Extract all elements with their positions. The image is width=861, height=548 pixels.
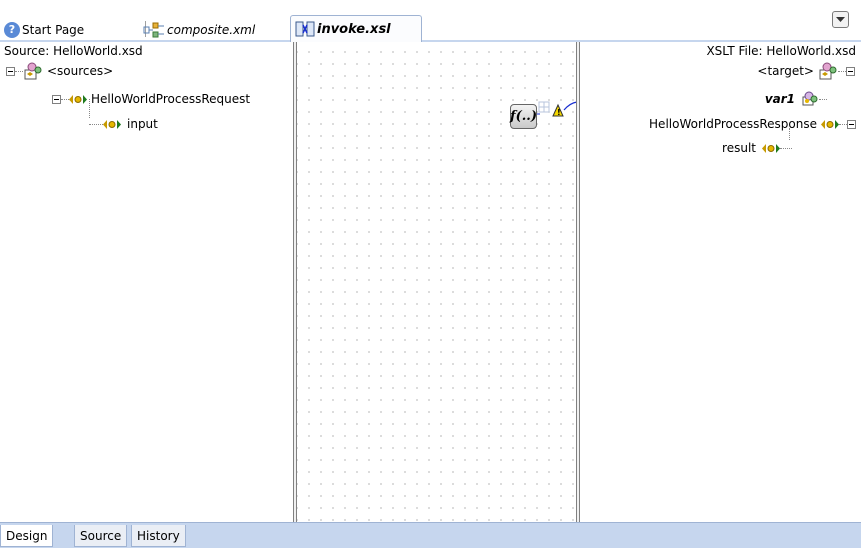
tab-invoke-xsl[interactable]: invoke.xsl [290,15,422,42]
tab-label: Start Page [22,22,85,37]
tree-label: <sources> [47,64,114,78]
variable-icon [802,91,818,106]
tree-node-sources[interactable]: <sources> [6,62,113,80]
chevron-down-icon [836,16,845,22]
tree-node-response[interactable]: HelloWorldProcessResponse [649,115,856,133]
help-icon: ? [4,21,20,38]
tree-node-var1[interactable]: var1 [765,90,827,108]
tab-source[interactable]: Source [74,525,128,547]
collapse-toggle[interactable] [846,66,855,76]
source-tree-pane: Source: HelloWorld.xsd <sources> HelloWo… [0,42,293,522]
target-tree-pane: XSLT File: HelloWorld.xsd <target> var1 … [580,42,861,522]
tree-connector [839,123,847,125]
schema-root-icon [24,62,42,80]
tab-start-page[interactable]: ? Start Page [4,18,142,41]
tab-history[interactable]: History [131,525,186,547]
tab-label: Source [80,528,122,543]
xsl-map-icon [295,21,315,37]
tab-label: History [137,528,180,543]
editor-tab-bar: ? Start Page composite.xml invoke.xsl [0,0,861,42]
element-icon [69,94,87,104]
tree-connector [819,98,827,100]
tree-connector [61,98,69,100]
function-node[interactable]: f(..) [510,104,537,129]
tab-list-button[interactable] [832,11,849,28]
tree-connector [15,70,23,72]
collapse-toggle[interactable] [52,94,61,104]
tree-node-input[interactable]: input [89,115,158,133]
tree-node-request[interactable]: HelloWorldProcessRequest [52,90,250,108]
schema-root-icon [819,62,837,80]
tree-connector [89,123,103,125]
composite-icon [143,22,164,37]
editor-bottom-tabs: Design Source History [0,522,861,548]
tab-design[interactable]: Design [0,525,54,547]
tab-label: invoke.xsl [317,21,391,37]
collapse-toggle[interactable] [847,119,856,129]
element-icon [821,119,839,129]
tree-label: result [722,141,756,155]
svg-text:!: ! [557,108,561,117]
element-icon [762,143,780,153]
target-header: XSLT File: HelloWorld.xsd [706,44,856,58]
tab-label: composite.xml [167,22,256,37]
tab-composite-xml[interactable]: composite.xml [143,18,289,41]
tree-label: HelloWorldProcessResponse [649,117,817,131]
tree-label: input [127,117,158,131]
tab-label: Design [6,528,48,543]
collapse-toggle[interactable] [6,66,15,76]
tree-connector [838,70,846,72]
tree-label: <target> [757,64,814,78]
tree-label: var1 [764,92,795,106]
function-ports: ! [537,101,578,117]
tree-connector [780,147,792,149]
tree-node-target[interactable]: <target> [757,62,855,80]
function-label: f(..) [510,109,537,124]
tree-node-result[interactable]: result [722,139,792,157]
element-icon [103,119,121,129]
tree-label: HelloWorldProcessRequest [91,92,251,106]
source-header: Source: HelloWorld.xsd [4,44,143,58]
